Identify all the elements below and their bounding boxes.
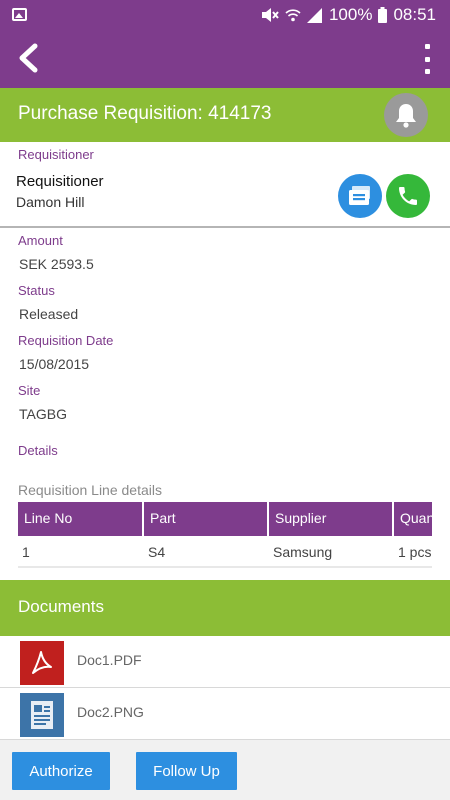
document-name: Doc2.PNG [77,704,144,720]
status-icons: 100% 08:51 [261,5,436,25]
follow-up-button[interactable]: Follow Up [136,752,237,790]
mute-icon [261,8,279,22]
email-button[interactable] [338,174,382,218]
requisition-header: Purchase Requisition: 414173 [0,88,450,142]
cell-quantity: 1 pcs [398,544,432,560]
more-vertical-icon[interactable] [418,42,436,76]
documents-header: Documents [0,580,450,636]
requisition-date-label: Requisition Date [18,333,114,348]
column-header-quantity: Quantity [394,502,432,536]
mail-icon [349,186,370,205]
signal-icon [306,7,322,23]
status-label: Status [18,283,55,298]
document-item[interactable]: Doc1.PDF [0,636,450,688]
page-title: Purchase Requisition: 414173 [18,103,272,124]
cell-line-no: 1 [22,544,30,560]
document-item[interactable]: Doc2.PNG [0,688,450,740]
battery-percent: 100% [328,5,373,24]
gallery-icon [12,8,27,21]
requisition-date-value: 15/08/2015 [19,356,90,372]
amount-value: SEK 2593.5 [19,256,94,272]
call-button[interactable] [386,174,430,218]
site-label: Site [18,383,41,398]
status-value: Released [19,306,79,322]
column-header-part: Part [144,502,267,536]
phone-icon [399,187,417,205]
authorize-button[interactable]: Authorize [12,752,110,790]
requisitioner-title: Requisitioner [16,173,104,190]
bell-icon [396,104,416,128]
table-row[interactable]: 1 S4 Samsung 1 pcs [18,538,432,568]
requisitioner-section-label: Requisitioner [18,147,94,162]
details-label[interactable]: Details [18,443,58,458]
column-header-supplier: Supplier [269,502,392,536]
table-header-row: Line No Part Supplier Quantity [18,502,432,536]
column-header-line-no: Line No [18,502,142,536]
requisitioner-section: Requisitioner Requisitioner Damon Hill [0,142,450,228]
wifi-icon [285,9,301,22]
status-bar: 100% 08:51 [0,0,450,30]
image-file-icon [20,693,64,737]
notification-button[interactable] [384,93,428,137]
documents-title: Documents [18,597,104,616]
chevron-left-icon [19,43,38,73]
requisitioner-name: Damon Hill [16,194,85,210]
site-value: TAGBG [19,406,67,422]
pdf-file-icon [20,641,64,685]
line-details-title: Requisition Line details [18,482,162,498]
amount-label: Amount [18,233,63,248]
app-bar [0,30,450,88]
document-name: Doc1.PDF [77,652,142,668]
battery-icon [378,7,388,23]
cell-part: S4 [148,544,166,560]
cell-supplier: Samsung [273,544,333,560]
clock: 08:51 [393,5,436,24]
back-button[interactable] [10,40,46,76]
action-bar: Authorize Follow Up [0,740,450,800]
requisition-lines-table[interactable]: Line No Part Supplier Quantity 1 S4 Sams… [18,502,432,570]
